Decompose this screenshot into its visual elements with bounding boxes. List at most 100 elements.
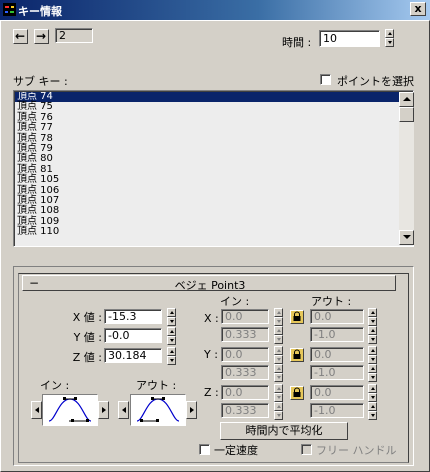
right-arrow-icon: →	[36, 29, 47, 43]
out-header: アウト :	[311, 295, 352, 308]
x-out-tangent-field: 0.0	[310, 309, 364, 324]
out-curve-next-button[interactable]	[186, 401, 197, 419]
in-curve-next-button[interactable]	[98, 401, 109, 419]
scroll-down-icon	[403, 235, 411, 239]
in-tangent-type-button[interactable]	[42, 394, 98, 426]
x-out-tangent-spinner[interactable]	[368, 308, 377, 326]
list-item[interactable]: 頂点 75	[15, 102, 399, 112]
z-out-tangent-field: 0.0	[310, 385, 364, 400]
key-number-display: 2	[55, 28, 93, 43]
list-item[interactable]: 頂点 77	[15, 122, 399, 133]
left-arrow-icon: ←	[15, 29, 26, 43]
scroll-down-button[interactable]	[399, 230, 414, 245]
normalize-time-button[interactable]: 時間内で平均化	[220, 422, 348, 440]
list-item[interactable]: 頂点 74	[15, 92, 399, 103]
y-out-length-spinner[interactable]	[368, 364, 377, 382]
rollout-header[interactable]: − ベジェ Point3	[22, 275, 396, 292]
y-in-length-spinner	[274, 364, 283, 382]
time-spinner[interactable]	[385, 29, 394, 47]
key-number-value: 2	[59, 29, 66, 42]
select-points-checkbox[interactable]	[320, 74, 331, 85]
z-in-tangent-spinner	[274, 384, 283, 402]
list-scrollbar[interactable]	[399, 92, 414, 245]
x-out-length-field: -1.0	[310, 327, 364, 342]
out-curve-label: アウト :	[136, 379, 177, 392]
app-icon	[3, 3, 16, 16]
lock-icon[interactable]	[290, 348, 304, 362]
normalize-time-label: 時間内で平均化	[245, 424, 323, 437]
time-input[interactable]: 10	[319, 30, 380, 47]
subkey-label: サブ キー :	[13, 75, 68, 88]
list-item[interactable]: 頂点 79	[15, 143, 399, 154]
time-value: 10	[323, 32, 337, 45]
subkey-list-items: 頂点 74 頂点 75 頂点 76 頂点 77 頂点 78 頂点 79 頂点 80 頂点 81…	[15, 92, 399, 245]
y-in-tangent-field: 0.0	[221, 347, 269, 362]
window-title: キー情報	[18, 5, 62, 18]
close-button[interactable]: x	[410, 2, 426, 16]
x-in-length-field-value: 0.333	[225, 328, 257, 341]
in-curve-label: イン :	[40, 379, 70, 392]
x-axis-label: X :	[204, 312, 219, 325]
z-in-length-field-value: 0.333	[225, 404, 257, 417]
list-item[interactable]: 頂点 110	[15, 226, 399, 237]
x-in-tangent-field-value: 0.0	[225, 310, 243, 323]
in-curve-prev-button[interactable]	[31, 401, 42, 419]
z-value-label: Z 値 :	[72, 351, 102, 364]
y-value-spinner[interactable]	[167, 327, 176, 345]
z-out-length-spinner[interactable]	[368, 402, 377, 420]
free-handle-checkbox	[301, 444, 312, 455]
z-out-tangent-spinner[interactable]	[368, 384, 377, 402]
lock-icon[interactable]	[290, 310, 304, 324]
scroll-thumb[interactable]	[399, 107, 414, 122]
subkey-list[interactable]: 頂点 74 頂点 75 頂点 76 頂点 77 頂点 78 頂点 79 頂点 80 頂点 81…	[13, 90, 414, 247]
z-out-tangent-field-value: 0.0	[314, 386, 332, 399]
list-item[interactable]: 頂点 109	[15, 216, 399, 227]
lock-icon[interactable]	[290, 386, 304, 400]
scroll-up-icon	[403, 97, 411, 101]
y-out-length-field-value: -1.0	[314, 366, 336, 379]
list-item[interactable]: 頂点 108	[15, 206, 399, 216]
rollout-title: ベジェ Point3	[174, 279, 246, 292]
z-axis-label: Z :	[204, 386, 219, 399]
z-value-spinner[interactable]	[167, 347, 176, 365]
list-item[interactable]: 頂点 107	[15, 195, 399, 206]
x-out-length-field-value: -1.0	[314, 328, 336, 341]
prev-key-button[interactable]: ←	[13, 29, 28, 44]
z-value-input[interactable]: 30.184	[104, 348, 162, 363]
x-value-label: X 値 :	[72, 311, 102, 324]
list-item[interactable]: 頂点 76	[15, 112, 399, 123]
x-out-length-spinner[interactable]	[368, 326, 377, 344]
y-in-tangent-spinner	[274, 346, 283, 364]
y-out-tangent-spinner[interactable]	[368, 346, 377, 364]
smooth-curve-icon	[48, 397, 92, 422]
x-out-tangent-field-value: 0.0	[314, 310, 332, 323]
x-in-tangent-field: 0.0	[221, 309, 269, 324]
x-value-spinner[interactable]	[167, 308, 176, 326]
smooth-curve-icon	[136, 397, 180, 422]
z-out-length-field-value: -1.0	[314, 404, 336, 417]
list-item[interactable]: 頂点 81	[15, 164, 399, 175]
x-value-input[interactable]: -15.3	[104, 309, 162, 324]
y-value-label: Y 値 :	[73, 331, 102, 344]
y-value-input[interactable]: -0.0	[104, 328, 162, 343]
title-bar[interactable]	[0, 0, 430, 20]
time-label: 時間 :	[282, 36, 312, 49]
list-item[interactable]: 頂点 78	[15, 133, 399, 144]
y-in-length-field: 0.333	[221, 365, 269, 380]
scroll-up-button[interactable]	[399, 92, 414, 107]
right-arrow-icon	[190, 407, 194, 413]
constant-velocity-checkbox[interactable]	[199, 444, 210, 455]
list-item[interactable]: 頂点 80	[15, 154, 399, 164]
select-points-label: ポイントを選択	[337, 75, 414, 88]
out-curve-prev-button[interactable]	[118, 401, 129, 419]
list-item[interactable]: 頂点 106	[15, 185, 399, 196]
z-in-length-spinner	[274, 402, 283, 420]
y-in-tangent-field-value: 0.0	[225, 348, 243, 361]
z-out-length-field: -1.0	[310, 403, 364, 418]
next-key-button[interactable]: →	[34, 29, 49, 44]
right-arrow-icon	[102, 407, 106, 413]
out-tangent-type-button[interactable]	[130, 394, 186, 426]
list-item[interactable]: 頂点 105	[15, 174, 399, 185]
free-handle-label: フリー ハンドル	[316, 444, 397, 457]
x-value: -15.3	[108, 310, 137, 323]
